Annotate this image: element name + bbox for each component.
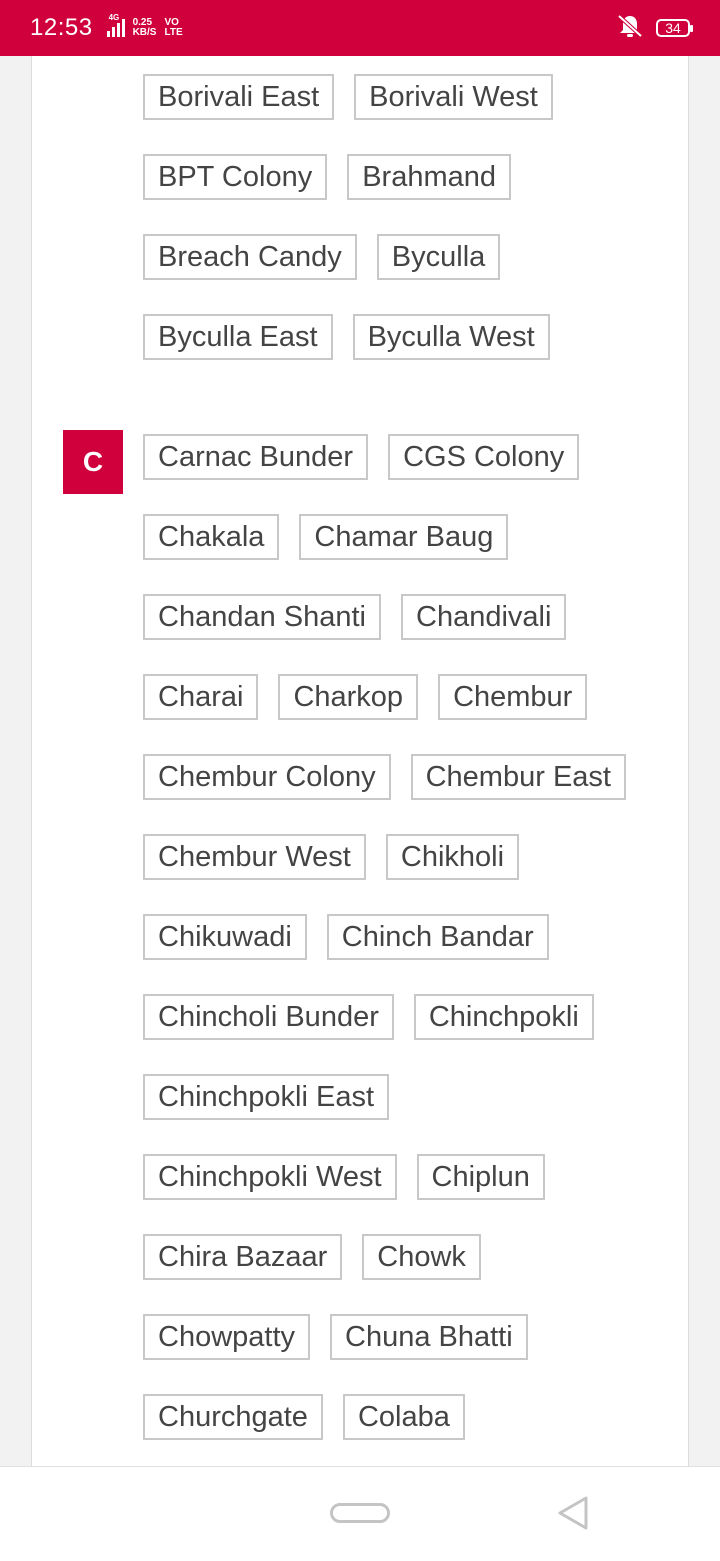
location-chip[interactable]: Chembur Colony bbox=[143, 754, 391, 800]
back-triangle-icon[interactable] bbox=[556, 1495, 590, 1536]
locations-card: C Borivali East Borivali West BPT Colony… bbox=[31, 56, 689, 1466]
location-chip[interactable]: Chakala bbox=[143, 514, 280, 560]
location-chip[interactable]: Chinch Bandar bbox=[326, 914, 549, 960]
chip-row: Churchgate Colaba bbox=[143, 1394, 465, 1440]
location-chip[interactable]: Chikholi bbox=[385, 834, 520, 880]
location-chip[interactable]: Byculla East bbox=[143, 314, 333, 360]
chip-row: Chembur Colony Chembur East bbox=[143, 754, 626, 800]
net-speed: 0.25 KB/S bbox=[133, 18, 157, 38]
chip-row: Carnac Bunder CGS Colony bbox=[143, 434, 580, 480]
signal-icon: 4G bbox=[106, 13, 125, 37]
location-chip[interactable]: Chembur bbox=[438, 674, 588, 720]
system-nav-bar bbox=[0, 1466, 720, 1561]
location-chip[interactable]: Borivali East bbox=[143, 74, 335, 120]
location-chip[interactable]: Chandivali bbox=[401, 594, 567, 640]
chip-row: Chincholi Bunder Chinchpokli bbox=[143, 994, 594, 1040]
location-chip[interactable]: Chinchpokli bbox=[413, 994, 594, 1040]
battery-icon: 34 bbox=[656, 19, 693, 37]
location-chip[interactable]: Churchgate bbox=[143, 1394, 323, 1440]
chip-row: BPT Colony Brahmand bbox=[143, 154, 512, 200]
location-chip[interactable]: Chiplun bbox=[416, 1154, 545, 1200]
chip-row: Chowpatty Chuna Bhatti bbox=[143, 1314, 528, 1360]
chip-row: Chembur West Chikholi bbox=[143, 834, 520, 880]
status-right: 34 bbox=[616, 13, 693, 44]
location-chip[interactable]: Chamar Baug bbox=[299, 514, 509, 560]
location-chip[interactable]: Chincholi Bunder bbox=[143, 994, 394, 1040]
section-letter-c: C bbox=[63, 430, 123, 494]
chip-row: Borivali East Borivali West bbox=[143, 74, 553, 120]
status-bar: 12:53 4G 0.25 KB/S VO LTE 34 bbox=[0, 0, 720, 56]
chip-row: Chandan Shanti Chandivali bbox=[143, 594, 567, 640]
location-chip[interactable]: Chowk bbox=[362, 1234, 481, 1280]
chip-row: Charai Charkop Chembur bbox=[143, 674, 588, 720]
location-chip[interactable]: Charai bbox=[143, 674, 259, 720]
chip-row: Byculla East Byculla West bbox=[143, 314, 550, 360]
location-chip[interactable]: Chowpatty bbox=[143, 1314, 311, 1360]
location-chip[interactable]: Charkop bbox=[278, 674, 419, 720]
home-pill-icon[interactable] bbox=[330, 1503, 390, 1523]
location-chip[interactable]: Chinchpokli West bbox=[143, 1154, 397, 1200]
location-chip[interactable]: Chuna Bhatti bbox=[330, 1314, 528, 1360]
location-chip[interactable]: Chira Bazaar bbox=[143, 1234, 343, 1280]
volte-bottom: LTE bbox=[164, 27, 183, 38]
battery-level: 34 bbox=[665, 20, 681, 36]
location-chip[interactable]: Colaba bbox=[342, 1394, 465, 1440]
location-chip[interactable]: CGS Colony bbox=[388, 434, 580, 480]
location-chip[interactable]: Breach Candy bbox=[143, 234, 357, 280]
status-time: 12:53 bbox=[30, 14, 93, 41]
location-chip[interactable]: Borivali West bbox=[354, 74, 553, 120]
network-indicators: 4G 0.25 KB/S VO LTE bbox=[106, 13, 183, 38]
location-chip[interactable]: Carnac Bunder bbox=[143, 434, 369, 480]
network-type: 4G bbox=[108, 13, 120, 22]
net-speed-unit: KB/S bbox=[132, 27, 157, 38]
mute-icon bbox=[616, 13, 644, 44]
location-chip[interactable]: Chikuwadi bbox=[143, 914, 307, 960]
volte-indicator: VO LTE bbox=[164, 18, 182, 38]
location-chip[interactable]: Chandan Shanti bbox=[143, 594, 381, 640]
location-chip[interactable]: Byculla bbox=[376, 234, 501, 280]
chip-row: Chakala Chamar Baug bbox=[143, 514, 509, 560]
location-chip[interactable]: Byculla West bbox=[352, 314, 550, 360]
location-chip[interactable]: Chembur West bbox=[143, 834, 366, 880]
location-chip[interactable]: BPT Colony bbox=[143, 154, 328, 200]
location-chip[interactable]: Chinchpokli East bbox=[143, 1074, 389, 1120]
chip-row: Chinchpokli West Chiplun bbox=[143, 1154, 545, 1200]
location-chip[interactable]: Chembur East bbox=[410, 754, 626, 800]
chip-row: Chira Bazaar Chowk bbox=[143, 1234, 481, 1280]
chip-row: Chikuwadi Chinch Bandar bbox=[143, 914, 549, 960]
chip-row: Breach Candy Byculla bbox=[143, 234, 501, 280]
chip-row: Chinchpokli East bbox=[143, 1074, 389, 1120]
location-chip[interactable]: Brahmand bbox=[347, 154, 512, 200]
